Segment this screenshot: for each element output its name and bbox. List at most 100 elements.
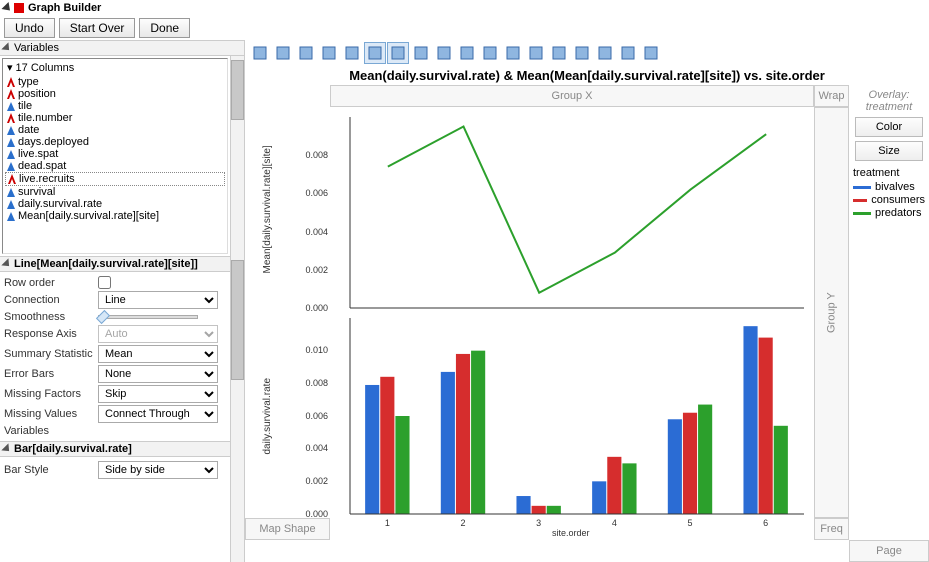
smoothness-slider[interactable] — [98, 315, 198, 319]
area-icon[interactable] — [410, 42, 432, 64]
line-of-fit-icon[interactable] — [295, 42, 317, 64]
legend-item[interactable]: bivalves — [853, 181, 925, 193]
column-item[interactable]: type — [5, 76, 225, 88]
legend-swatch — [853, 212, 871, 215]
dropzone-group-x[interactable]: Group X — [330, 85, 814, 107]
legend: treatment bivalvesconsumerspredators — [853, 167, 925, 219]
dropzone-freq[interactable]: Freq — [814, 518, 849, 540]
column-item[interactable]: date — [5, 124, 225, 136]
line-chart[interactable] — [330, 107, 814, 313]
dropzone-page[interactable]: Page — [849, 540, 929, 562]
right-panel: Mean(daily.survival.rate) & Mean(Mean[da… — [245, 40, 929, 562]
column-item[interactable]: live.spat — [5, 148, 225, 160]
column-item[interactable]: tile — [5, 100, 225, 112]
continuous-icon — [7, 138, 15, 147]
bar-chart[interactable] — [330, 313, 814, 519]
window-titlebar: Graph Builder — [0, 0, 929, 16]
nominal-icon — [7, 113, 15, 123]
scrollbar-thumb[interactable] — [231, 60, 244, 120]
parallel-icon[interactable] — [640, 42, 662, 64]
column-list[interactable]: ▾ 17 Columns typepositiontiletile.number… — [2, 58, 228, 254]
dropzone-map-shape[interactable]: Map Shape — [245, 518, 330, 540]
line-section-header[interactable]: Line[Mean[daily.survival.rate][site]] — [0, 256, 230, 272]
window-title: Graph Builder — [28, 2, 101, 14]
continuous-icon — [7, 162, 15, 171]
size-dropzone[interactable]: Size — [855, 141, 923, 161]
undo-button[interactable]: Undo — [4, 18, 55, 38]
column-item[interactable]: Mean[daily.survival.rate][site] — [5, 210, 225, 222]
map-icon[interactable] — [617, 42, 639, 64]
dropzone-group-y[interactable]: Group Y — [814, 107, 849, 518]
mosaic-icon[interactable] — [548, 42, 570, 64]
heatmap-icon[interactable] — [479, 42, 501, 64]
column-item[interactable]: position — [5, 88, 225, 100]
formula-icon[interactable] — [594, 42, 616, 64]
missing-values-select[interactable]: Connect Through — [98, 405, 218, 423]
columns-count: 17 Columns — [16, 62, 75, 74]
legend-item[interactable]: consumers — [853, 194, 925, 206]
contour-icon[interactable] — [341, 42, 363, 64]
slider-thumb[interactable] — [96, 310, 110, 324]
continuous-icon — [7, 200, 15, 209]
column-item[interactable]: survival — [5, 186, 225, 198]
color-dropzone[interactable]: Color — [855, 117, 923, 137]
line-properties: Row order ConnectionLine Smoothness Resp… — [0, 272, 230, 441]
variables-scrollbar[interactable] — [230, 56, 244, 256]
smoother-icon[interactable] — [272, 42, 294, 64]
column-label: date — [18, 124, 39, 136]
bar-section-header[interactable]: Bar[daily.survival.rate] — [0, 441, 230, 457]
histogram-icon[interactable] — [456, 42, 478, 64]
column-item[interactable]: dead.spat — [5, 160, 225, 172]
summary-stat-select[interactable]: Mean — [98, 345, 218, 363]
line-icon[interactable] — [364, 42, 386, 64]
disclosure-icon[interactable] — [1, 2, 13, 14]
continuous-icon — [7, 102, 15, 111]
variables-header[interactable]: Variables — [0, 40, 244, 56]
column-label: position — [18, 88, 56, 100]
caption-icon[interactable] — [571, 42, 593, 64]
treemap-icon[interactable] — [525, 42, 547, 64]
legend-label: predators — [875, 207, 921, 219]
column-item[interactable]: tile.number — [5, 112, 225, 124]
properties-scrollbar[interactable] — [230, 256, 244, 562]
done-button[interactable]: Done — [139, 18, 190, 38]
ellipse-icon[interactable] — [318, 42, 340, 64]
disclosure-icon — [1, 42, 12, 53]
continuous-icon — [7, 212, 15, 221]
boxplot-icon[interactable] — [433, 42, 455, 64]
y-axis-ticks-bottom: 0.0000.0020.0040.0060.0080.010 — [290, 313, 330, 519]
column-item[interactable]: daily.survival.rate — [5, 198, 225, 210]
pie-icon[interactable] — [502, 42, 524, 64]
dropzone-wrap[interactable]: Wrap — [814, 85, 849, 107]
column-label: daily.survival.rate — [18, 198, 102, 210]
column-item[interactable]: days.deployed — [5, 136, 225, 148]
legend-label: bivalves — [875, 181, 915, 193]
x-axis: 123456site.order — [330, 518, 814, 540]
missing-factors-select[interactable]: Skip — [98, 385, 218, 403]
points-icon[interactable] — [249, 42, 271, 64]
y-axis-ticks-top: 0.0000.0020.0040.0060.008 — [290, 107, 330, 313]
column-label: type — [18, 76, 39, 88]
row-order-checkbox[interactable] — [98, 276, 111, 289]
red-square-icon[interactable] — [14, 3, 24, 13]
nominal-icon — [7, 77, 15, 87]
x-axis-label: site.order — [552, 528, 590, 538]
connection-select[interactable]: Line — [98, 291, 218, 309]
bar-style-select[interactable]: Side by side — [98, 461, 218, 479]
bar-properties: Bar StyleSide by side — [0, 457, 230, 483]
column-item[interactable]: live.recruits — [5, 172, 225, 186]
chart-title: Mean(daily.survival.rate) & Mean(Mean[da… — [245, 66, 929, 85]
start-over-button[interactable]: Start Over — [59, 18, 136, 38]
column-label: live.recruits — [19, 173, 75, 185]
scrollbar-thumb[interactable] — [231, 260, 244, 380]
error-bars-select[interactable]: None — [98, 365, 218, 383]
chart-type-toolbar — [245, 40, 929, 66]
bar-icon[interactable] — [387, 42, 409, 64]
y-axis-label-bottom: daily.survival.rate — [245, 313, 290, 519]
column-label: dead.spat — [18, 160, 66, 172]
response-axis-select[interactable]: Auto — [98, 325, 218, 343]
legend-swatch — [853, 199, 867, 202]
legend-item[interactable]: predators — [853, 207, 925, 219]
column-label: tile — [18, 100, 32, 112]
legend-title: treatment — [853, 167, 925, 179]
